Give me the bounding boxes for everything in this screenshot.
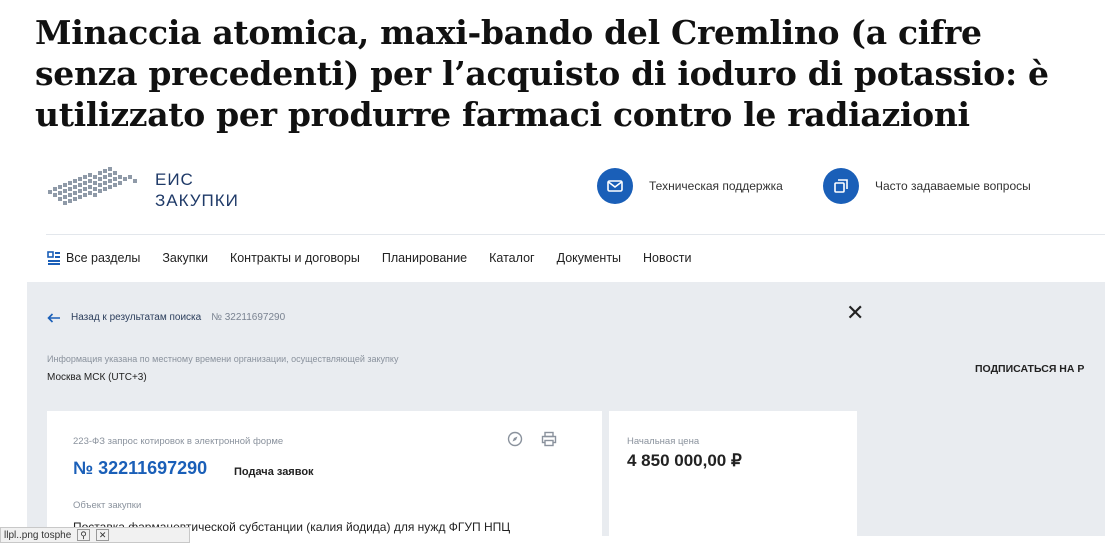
browser-status-bar: llpl..png tosphe ⚲ ✕	[0, 527, 190, 543]
nav-item-contracts[interactable]: Контракты и договоры	[230, 251, 360, 265]
close-icon[interactable]: ✕	[95, 529, 110, 541]
russia-map-logo-icon	[48, 167, 137, 205]
nav-item-catalog[interactable]: Каталог	[489, 251, 534, 265]
procurement-card: 223-ФЗ запрос котировок в электронной фо…	[47, 411, 602, 536]
envelope-icon	[597, 168, 633, 204]
nav-item-news[interactable]: Новости	[643, 251, 691, 265]
procurement-number[interactable]: № 32211697290	[73, 458, 207, 479]
close-icon[interactable]: ✕	[846, 300, 864, 326]
nav-item-documents[interactable]: Документы	[557, 251, 621, 265]
price-label: Начальная цена	[627, 436, 700, 447]
nav-item-purchases[interactable]: Закупки	[162, 251, 208, 287]
embedded-screenshot: ЕИС ЗАКУПКИ Техническая поддержка Часто …	[19, 145, 1105, 536]
faq-button[interactable]: Часто задаваемые вопросы	[823, 168, 1031, 204]
nav-label: Каталог	[489, 251, 535, 265]
support-button[interactable]: Техническая поддержка	[597, 168, 783, 204]
arrow-left-icon	[47, 312, 60, 323]
breadcrumb-record: № 32211697290	[211, 312, 286, 323]
nav-label: Закупки	[162, 251, 208, 265]
support-label: Техническая поддержка	[649, 179, 783, 193]
nav-item-planning[interactable]: Планирование	[382, 251, 467, 265]
header-divider	[46, 234, 1105, 235]
price-value: 4 850 000,00 ₽	[627, 451, 742, 470]
procurement-type: 223-ФЗ запрос котировок в электронной фо…	[73, 436, 284, 447]
sections-icon	[47, 251, 60, 265]
article-headline: Minaccia atomica, maxi-bando del Cremlin…	[35, 13, 1049, 134]
main-nav: Все разделы Закупки Контракты и договоры…	[47, 251, 713, 287]
nav-label: Все разделы	[66, 251, 141, 265]
price-card: Начальная цена 4 850 000,00 ₽	[609, 411, 857, 536]
nav-item-all-sections[interactable]: Все разделы	[47, 251, 141, 287]
faq-label: Часто задаваемые вопросы	[875, 179, 1031, 193]
print-icon[interactable]	[541, 431, 557, 447]
logo-line-1: ЕИС	[155, 170, 194, 189]
nav-label: Контракты и договоры	[229, 251, 360, 265]
back-link[interactable]: Назад к результатам поиска № 32211697290	[47, 312, 285, 323]
nav-label: Документы	[556, 251, 622, 265]
site-logo-text[interactable]: ЕИС ЗАКУПКИ	[155, 169, 239, 211]
logo-line-2: ЗАКУПКИ	[155, 191, 239, 210]
object-label: Объект закупки	[73, 500, 142, 511]
back-label: Назад к результатам поиска	[71, 312, 202, 323]
nav-label: Новости	[643, 251, 692, 265]
status-text: llpl..png tosphe	[4, 529, 72, 541]
timezone-note: Информация указана по местному времени о…	[47, 354, 399, 364]
compass-icon[interactable]	[507, 431, 523, 447]
status-badge: Подача заявок	[234, 466, 314, 478]
search-icon[interactable]: ⚲	[77, 529, 90, 541]
nav-label: Планирование	[381, 251, 468, 265]
timezone-value: Москва МСК (UTC+3)	[47, 372, 147, 383]
subscribe-button[interactable]: ПОДПИСАТЬСЯ НА Р	[975, 363, 1084, 375]
card-actions	[507, 431, 557, 447]
copy-icon	[823, 168, 859, 204]
